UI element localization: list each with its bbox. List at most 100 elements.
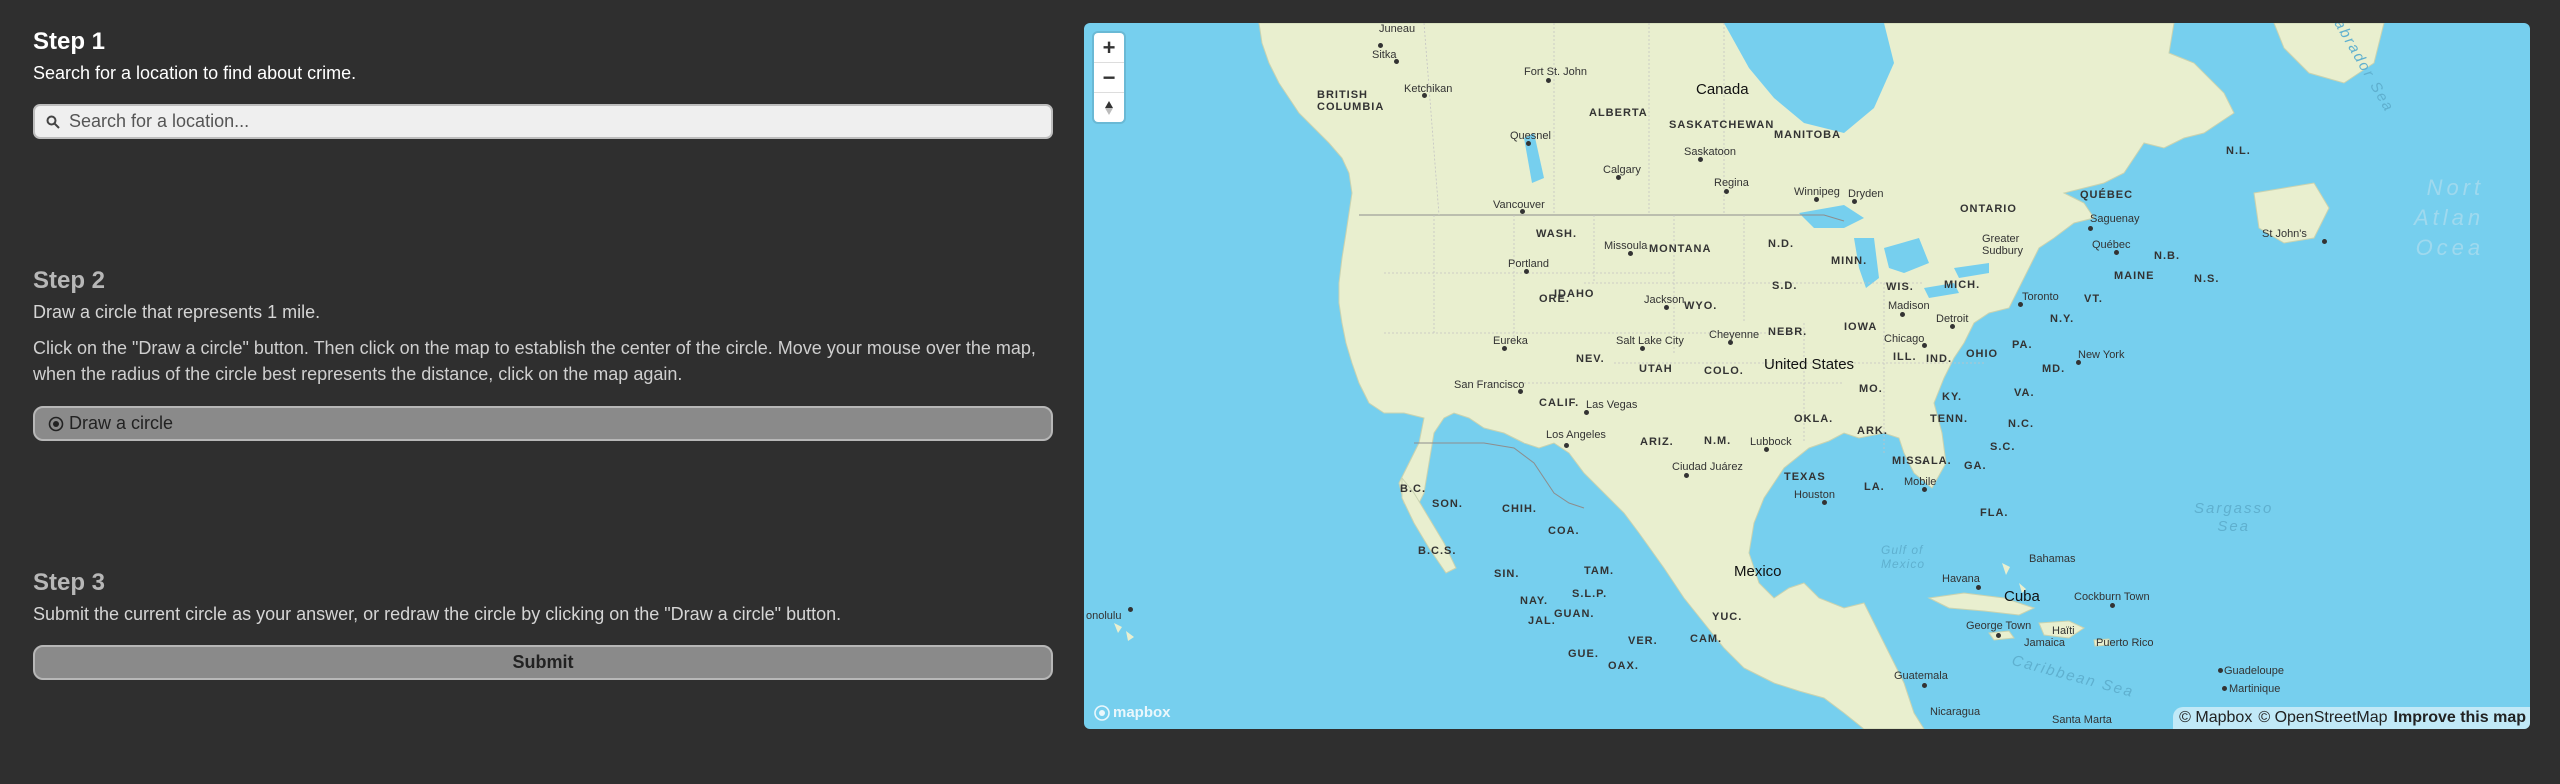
draw-circle-label: Draw a circle <box>69 413 174 433</box>
attribution-mapbox[interactable]: © Mapbox <box>2179 709 2252 727</box>
label-quebec: QUÉBEC <box>2080 189 2134 201</box>
label-wis: WIS. <box>1886 281 1914 293</box>
label-regina: Regina <box>1714 177 1749 189</box>
label-saskatoon: Saskatoon <box>1684 146 1736 158</box>
map-attribution: © Mapbox © OpenStreetMap Improve this ma… <box>2173 707 2530 729</box>
label-sitka: Sitka <box>1372 49 1397 61</box>
label-minn: MINN. <box>1831 255 1868 267</box>
label-wash: WASH. <box>1536 228 1578 240</box>
mapbox-icon <box>1094 704 1110 721</box>
label-manitoba: MANITOBA <box>1774 129 1842 141</box>
city-dot <box>1996 633 2001 638</box>
label-nev: NEV. <box>1576 353 1605 365</box>
label-british-columbia: BRITISH COLUMBIA <box>1317 89 1385 113</box>
label-ky: KY. <box>1942 391 1963 403</box>
label-mexico: Mexico <box>1734 563 1782 580</box>
label-gulf-of-mexico: Gulf of Mexico <box>1881 543 1926 571</box>
label-quebec-city: Québec <box>2092 239 2131 251</box>
label-okla: OKLA. <box>1794 413 1834 425</box>
label-oax: OAX. <box>1608 660 1639 672</box>
submit-button[interactable]: Submit <box>33 645 1053 680</box>
label-maine: MAINE <box>2114 270 2155 282</box>
label-la: LA. <box>1864 481 1885 493</box>
city-dot <box>1616 175 1621 180</box>
zoom-in-button[interactable]: + <box>1094 33 1124 63</box>
label-greater-sudbury: Greater Sudbury <box>1982 233 2023 257</box>
label-nm: N.M. <box>1704 435 1732 447</box>
label-bahamas: Bahamas <box>2029 553 2076 565</box>
page: Step 1 Search for a location to find abo… <box>0 0 2560 784</box>
label-salt-lake-city: Salt Lake City <box>1616 335 1684 347</box>
label-united-states: United States <box>1764 356 1855 373</box>
label-alberta: ALBERTA <box>1589 107 1648 119</box>
label-nd: N.D. <box>1768 238 1794 250</box>
label-va: VA. <box>2014 387 2035 399</box>
label-honolulu: onolulu <box>1086 610 1122 622</box>
label-nl: N.L. <box>2226 145 2251 157</box>
label-montana: MONTANA <box>1649 243 1712 255</box>
city-dot <box>1724 189 1729 194</box>
city-dot <box>1518 389 1523 394</box>
map-canvas[interactable]: Nort Atlan Ocea Labrador Sea Sargasso Se… <box>1084 23 2530 729</box>
label-bc: B.C. <box>1400 483 1426 495</box>
label-eureka: Eureka <box>1493 335 1528 347</box>
label-nay: NAY. <box>1520 595 1549 607</box>
label-ver: VER. <box>1628 635 1658 647</box>
label-lubbock: Lubbock <box>1750 436 1792 448</box>
label-ns: N.S. <box>2194 273 2220 285</box>
city-dot <box>1564 443 1569 448</box>
label-yuc: YUC. <box>1712 611 1743 623</box>
label-calif: CALIF. <box>1539 397 1580 409</box>
city-dot <box>2222 686 2227 691</box>
label-ga: GA. <box>1964 460 1987 472</box>
draw-circle-button[interactable]: Draw a circle <box>33 406 1053 441</box>
label-ny: N.Y. <box>2050 313 2075 325</box>
city-dot <box>2114 250 2119 255</box>
label-ontario: ONTARIO <box>1960 203 2017 215</box>
label-slp: S.L.P. <box>1572 588 1608 600</box>
mapbox-logo[interactable]: mapbox <box>1094 704 1171 721</box>
city-dot <box>2088 226 2093 231</box>
city-dot <box>2110 603 2115 608</box>
label-nicaragua: Nicaragua <box>1930 706 1981 718</box>
city-dot <box>1814 197 1819 202</box>
city-dot <box>1922 343 1927 348</box>
city-dot <box>1422 93 1427 98</box>
label-san-francisco: San Francisco <box>1454 379 1525 391</box>
label-md: MD. <box>2042 363 2066 375</box>
label-chih: CHIH. <box>1502 503 1537 515</box>
label-mobile: Mobile <box>1904 476 1937 488</box>
city-dot <box>2322 239 2327 244</box>
city-dot <box>2018 302 2023 307</box>
location-search[interactable] <box>33 104 1053 139</box>
label-mo: MO. <box>1859 383 1883 395</box>
search-input[interactable] <box>69 111 1051 132</box>
label-quesnel: Quesnel <box>1510 130 1551 142</box>
city-dot <box>1664 305 1669 310</box>
label-ark: ARK. <box>1857 425 1888 437</box>
label-juneau: Juneau <box>1379 23 1416 35</box>
steps-panel: Step 1 Search for a location to find abo… <box>33 0 1055 784</box>
attribution-osm[interactable]: © OpenStreetMap <box>2258 709 2387 727</box>
city-dot <box>1976 585 1981 590</box>
label-mich: MICH. <box>1944 279 1981 291</box>
label-ill: ILL. <box>1893 351 1917 363</box>
label-houston: Houston <box>1794 489 1835 501</box>
label-jal: JAL. <box>1528 615 1556 627</box>
zoom-out-button[interactable]: − <box>1094 63 1124 93</box>
step3-subtitle: Submit the current circle as your answer… <box>33 604 842 624</box>
improve-map-link[interactable]: Improve this map <box>2394 709 2526 727</box>
compass-button[interactable] <box>1094 93 1124 122</box>
step3-title: Step 3 <box>33 569 106 596</box>
label-iowa: IOWA <box>1844 321 1878 333</box>
city-dot <box>1524 269 1529 274</box>
city-dot <box>2076 360 2081 365</box>
label-texas: TEXAS <box>1784 471 1826 483</box>
label-haiti: Haïti <box>2052 625 2075 637</box>
label-havana: Havana <box>1942 573 1980 585</box>
label-new-york: New York <box>2078 349 2125 361</box>
city-dot <box>1922 683 1927 688</box>
city-dot <box>2218 668 2223 673</box>
label-fort-st-john: Fort St. John <box>1524 66 1587 78</box>
label-sc: S.C. <box>1990 441 2016 453</box>
